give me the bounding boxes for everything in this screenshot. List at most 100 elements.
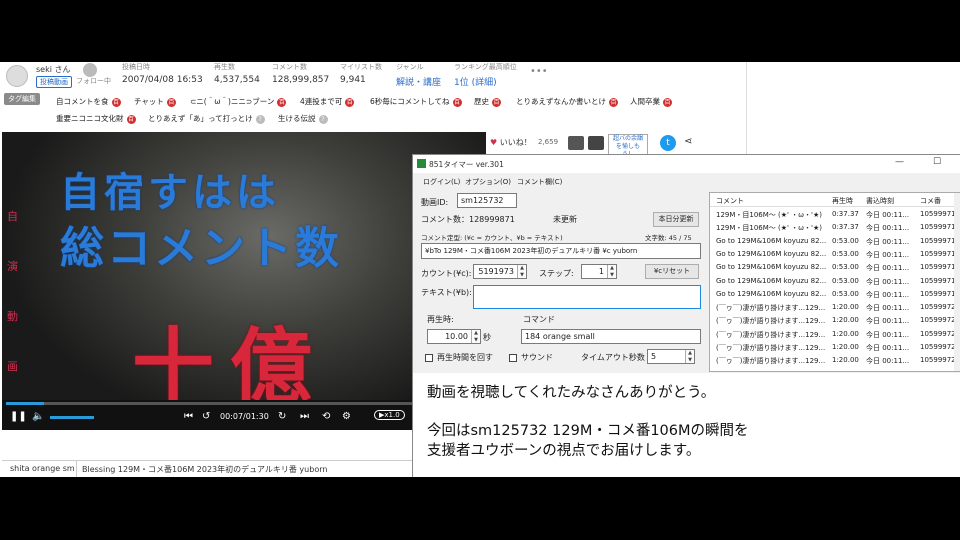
- dictionary-icon: 百: [111, 97, 121, 107]
- list-item[interactable]: (￣ヮ￣)凄が語り掛けます...129... 1:20.00 今日 00:11...…: [710, 301, 960, 314]
- list-cell: 今日 00:11...: [866, 290, 910, 299]
- list-cell: 129M・目106M～ (★' ・ω・'★): [716, 211, 822, 219]
- speed-button[interactable]: ▶x1.0: [374, 410, 405, 420]
- list-cell: 今日 00:11...: [866, 264, 910, 273]
- title-bar: 851タイマー ver.301 — ☐: [413, 155, 960, 173]
- list-item[interactable]: Go to 129M&106M koyuzu 82... 0:53.00 今日 00…: [710, 248, 960, 261]
- tag-item[interactable]: 歴史百: [474, 96, 501, 107]
- list-cell: 今日 00:11...: [866, 304, 910, 313]
- dictionary-icon: 百: [345, 97, 355, 107]
- dictionary-icon: 百: [452, 97, 462, 107]
- count-reset-button[interactable]: ¥cリセット: [645, 264, 699, 279]
- video-id-input[interactable]: sm125732: [457, 193, 517, 208]
- volume-slider[interactable]: [50, 416, 94, 419]
- list-cell: Go to 129M&106M koyuzu 82...: [716, 249, 827, 258]
- minimize-icon[interactable]: —: [895, 157, 904, 167]
- play-time-input[interactable]: 10.00 ▲ ▼: [427, 329, 481, 344]
- tag-item[interactable]: 重要ニコニコ文化財百: [56, 113, 136, 124]
- command-field[interactable]: shita orange sm: [10, 464, 75, 473]
- settings-icon[interactable]: ⚙: [342, 411, 351, 422]
- list-item[interactable]: (￣ヮ￣)凄が語り掛けます...129... 1:20.00 今日 00:11...…: [710, 341, 960, 354]
- rewind-icon[interactable]: ↺: [202, 411, 210, 422]
- list-item[interactable]: Go to 129M&106M koyuzu 82... 0:53.00 今日 00…: [710, 235, 960, 248]
- format-input[interactable]: ¥bTo 129M・コメ番106M 2023年初のデュアルキリ番 ¥c yubo…: [421, 243, 701, 259]
- list-cell: 今日 00:11...: [866, 277, 910, 286]
- side-text: 動: [7, 310, 18, 323]
- menu-comment[interactable]: コメント欄(C): [517, 177, 562, 187]
- count-input[interactable]: 5191973 ▲ ▼: [473, 264, 527, 279]
- comment-input-bar[interactable]: shita orange sm Blessing 129M・コメ番106M 20…: [2, 460, 412, 477]
- tag-edit-button[interactable]: タグ編集: [4, 93, 40, 105]
- mylist-add-icon[interactable]: [568, 136, 584, 150]
- side-text: 演: [7, 260, 18, 273]
- spinner-icon: ▲ ▼: [685, 350, 694, 363]
- timeout-input[interactable]: 5 ▲ ▼: [647, 349, 695, 364]
- tag-item[interactable]: 人間卒業百: [630, 96, 672, 107]
- list-header: コメント 再生時 書込時刻 コメ番: [710, 193, 960, 207]
- menu-login[interactable]: ログイン(L): [423, 177, 460, 187]
- tag-item[interactable]: 4連投まで可百: [300, 96, 355, 107]
- ranking[interactable]: ランキング最高順位 1位 (詳細): [454, 62, 517, 88]
- list-item[interactable]: 129M・目106M～ (★' ・ω・'★) 0:37.37 今日 00:11...…: [710, 221, 960, 234]
- skip-back-icon[interactable]: ⏮: [184, 411, 193, 422]
- twitter-icon[interactable]: t: [660, 135, 676, 151]
- list-item[interactable]: (￣ヮ￣)凄が語り掛けます...129... 1:20.00 今日 00:11...…: [710, 328, 960, 341]
- list-cell: Go to 129M&106M koyuzu 82...: [716, 263, 827, 272]
- volume-icon[interactable]: 🔈: [32, 411, 44, 422]
- comment-list[interactable]: コメント 再生時 書込時刻 コメ番 129M・目106M～ (★' ・ω・'★)…: [709, 192, 960, 372]
- video-caption-line1: 自宿すはは: [60, 170, 280, 216]
- list-cell: 129M・目106M～ (★' ・ω・'★): [716, 224, 822, 233]
- list-item[interactable]: (￣ヮ￣)凄が語り掛けます...129... 1:20.00 今日 00:11...…: [710, 354, 960, 367]
- avatar[interactable]: [6, 65, 28, 87]
- text-label: テキスト(¥b):: [421, 288, 472, 297]
- tag-item[interactable]: 生ける伝説?: [278, 113, 328, 124]
- maximize-icon[interactable]: ☐: [933, 157, 941, 167]
- list-item[interactable]: Go to 129M&106M koyuzu 82... 0:53.00 今日 00…: [710, 288, 960, 301]
- uploaded-video-badge[interactable]: 投稿動画: [36, 76, 72, 88]
- uploader-name[interactable]: seki さん: [36, 64, 71, 75]
- genre[interactable]: ジャンル 解説・講座: [396, 62, 441, 88]
- seek-bar[interactable]: [6, 402, 482, 405]
- comment-field[interactable]: Blessing 129M・コメ番106M 2023年初のデュアルキリ番 yub…: [82, 464, 327, 475]
- list-item[interactable]: Go to 129M&106M koyuzu 82... 0:53.00 今日 00…: [710, 275, 960, 288]
- share-icon[interactable]: ⋖: [684, 136, 692, 147]
- tag-item[interactable]: とりあえずなんか書いとけ百: [516, 96, 618, 107]
- tag-item[interactable]: チャット百: [134, 96, 176, 107]
- list-cell: 1:20.00: [832, 356, 859, 365]
- follow-icon[interactable]: [83, 63, 97, 77]
- forward-icon[interactable]: ↻: [278, 411, 286, 422]
- list-cell: 0:53.00: [832, 289, 859, 298]
- command-input[interactable]: 184 orange small: [521, 329, 701, 344]
- text-input[interactable]: [473, 285, 701, 309]
- column-comment-no[interactable]: コメ番: [920, 196, 941, 206]
- tag-item[interactable]: 6秒毎にコメントしてね百: [370, 96, 462, 107]
- list-scrollbar[interactable]: [954, 193, 960, 371]
- update-today-button[interactable]: 本日分更新: [653, 212, 699, 227]
- follow-label[interactable]: フォロー中: [76, 76, 111, 86]
- like-button[interactable]: ♥ いいね！: [490, 137, 532, 148]
- loop-icon[interactable]: ⟲: [322, 411, 330, 422]
- loop-checkbox[interactable]: 再生時間を回す: [425, 352, 493, 363]
- tag-item[interactable]: とりあえず「あ」って打っとけ?: [148, 113, 265, 124]
- seek-bar-fill: [6, 402, 45, 405]
- column-write-time[interactable]: 書込時刻: [866, 196, 894, 206]
- list-item[interactable]: 129M・目106M～ (★' ・ω・'★) 0:37.37 今日 00:11...…: [710, 208, 960, 221]
- column-play-time[interactable]: 再生時: [832, 196, 853, 206]
- list-item[interactable]: Go to 129M&106M koyuzu 82... 0:53.00 今日 00…: [710, 261, 960, 274]
- list-cell: 今日 00:11...: [866, 357, 910, 366]
- more-icon[interactable]: •••: [530, 66, 548, 77]
- step-input[interactable]: 1 ▲ ▼: [581, 264, 617, 279]
- skip-forward-icon[interactable]: ⏭: [300, 411, 309, 422]
- dictionary-icon: 百: [277, 97, 287, 107]
- column-comment[interactable]: コメント: [716, 196, 744, 206]
- advertise-icon[interactable]: [588, 136, 604, 150]
- sound-checkbox[interactable]: サウンド: [509, 352, 553, 363]
- tag-item[interactable]: ⊂ニ(＾ω＾)ニニ⊃ブーン百: [190, 96, 287, 107]
- list-cell: 1:20.00: [832, 316, 859, 325]
- playback-time: 00:07/01:30: [220, 412, 269, 421]
- list-item[interactable]: (￣ヮ￣)凄が語り掛けます...129... 1:20.00 今日 00:11...…: [710, 314, 960, 327]
- menu-option[interactable]: オプション(O): [465, 177, 511, 187]
- list-cell: (￣ヮ￣)凄が語り掛けます...129...: [716, 304, 826, 313]
- tag-item[interactable]: 自コメントを食百: [56, 96, 121, 107]
- pause-icon[interactable]: ❚❚: [10, 411, 27, 422]
